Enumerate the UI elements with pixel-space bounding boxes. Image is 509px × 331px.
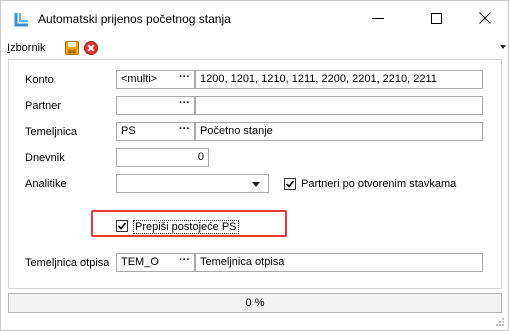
dnevnik-input[interactable]: 0 <box>116 148 209 167</box>
minimize-button[interactable] <box>355 1 401 35</box>
menu-bar: Izbornik <box>1 35 508 59</box>
title-bar[interactable]: Automatski prijenos početnog stanja <box>1 1 508 35</box>
cancel-icon[interactable] <box>83 40 99 56</box>
maximize-button[interactable] <box>413 1 459 35</box>
close-icon <box>479 12 491 24</box>
maximize-icon <box>430 12 442 24</box>
dialog-window: Automatski prijenos početnog stanja Izbo… <box>0 0 509 331</box>
partneri-checkbox-label[interactable]: Partneri po otvorenim stavkama <box>301 178 456 190</box>
temeljnica-description-field[interactable]: Početno stanje <box>195 122 483 141</box>
konto-label: Konto <box>25 74 54 86</box>
dnevnik-label: Dnevnik <box>25 152 65 164</box>
save-icon[interactable] <box>64 40 80 56</box>
partner-label: Partner <box>25 100 62 112</box>
partneri-checkbox[interactable] <box>284 178 296 190</box>
temeljnica-label: Temeljnica <box>25 126 77 138</box>
partner-code-input[interactable] <box>116 96 176 115</box>
analitike-dropdown-icon[interactable] <box>252 182 260 187</box>
partner-description-field[interactable] <box>195 96 483 115</box>
temeljnica-otpisa-code-input[interactable]: TEM_O <box>116 253 176 272</box>
checkmark-icon <box>285 180 295 188</box>
analitike-label: Analitike <box>25 178 67 190</box>
resize-grip-icon[interactable] <box>495 317 505 327</box>
highlight-box <box>91 210 287 237</box>
menu-izbornik[interactable]: Izbornik <box>7 42 46 54</box>
minimize-icon <box>372 18 384 19</box>
form-panel: Konto <multi> ··· 1200, 1201, 1210, 1211… <box>8 59 502 289</box>
partner-lookup-button[interactable]: ··· <box>175 96 195 115</box>
app-logo-icon <box>14 11 30 27</box>
analitike-select[interactable] <box>116 174 269 193</box>
close-button[interactable] <box>462 1 508 35</box>
temeljnica-otpisa-lookup-button[interactable]: ··· <box>175 253 195 272</box>
konto-description-field[interactable]: 1200, 1201, 1210, 1211, 2200, 2201, 2210… <box>195 70 483 89</box>
toolbar-overflow-icon[interactable] <box>500 45 506 49</box>
konto-code-input[interactable]: <multi> <box>116 70 176 89</box>
temeljnica-otpisa-label: Temeljnica otpisa <box>25 257 110 269</box>
temeljnica-lookup-button[interactable]: ··· <box>175 122 195 141</box>
progress-text: 0 % <box>245 297 265 309</box>
window-title: Automatski prijenos početnog stanja <box>38 12 231 26</box>
progress-bar: 0 % <box>8 293 502 313</box>
temeljnica-otpisa-description-field[interactable]: Temeljnica otpisa <box>195 253 483 272</box>
konto-lookup-button[interactable]: ··· <box>175 70 195 89</box>
temeljnica-code-input[interactable]: PS <box>116 122 176 141</box>
